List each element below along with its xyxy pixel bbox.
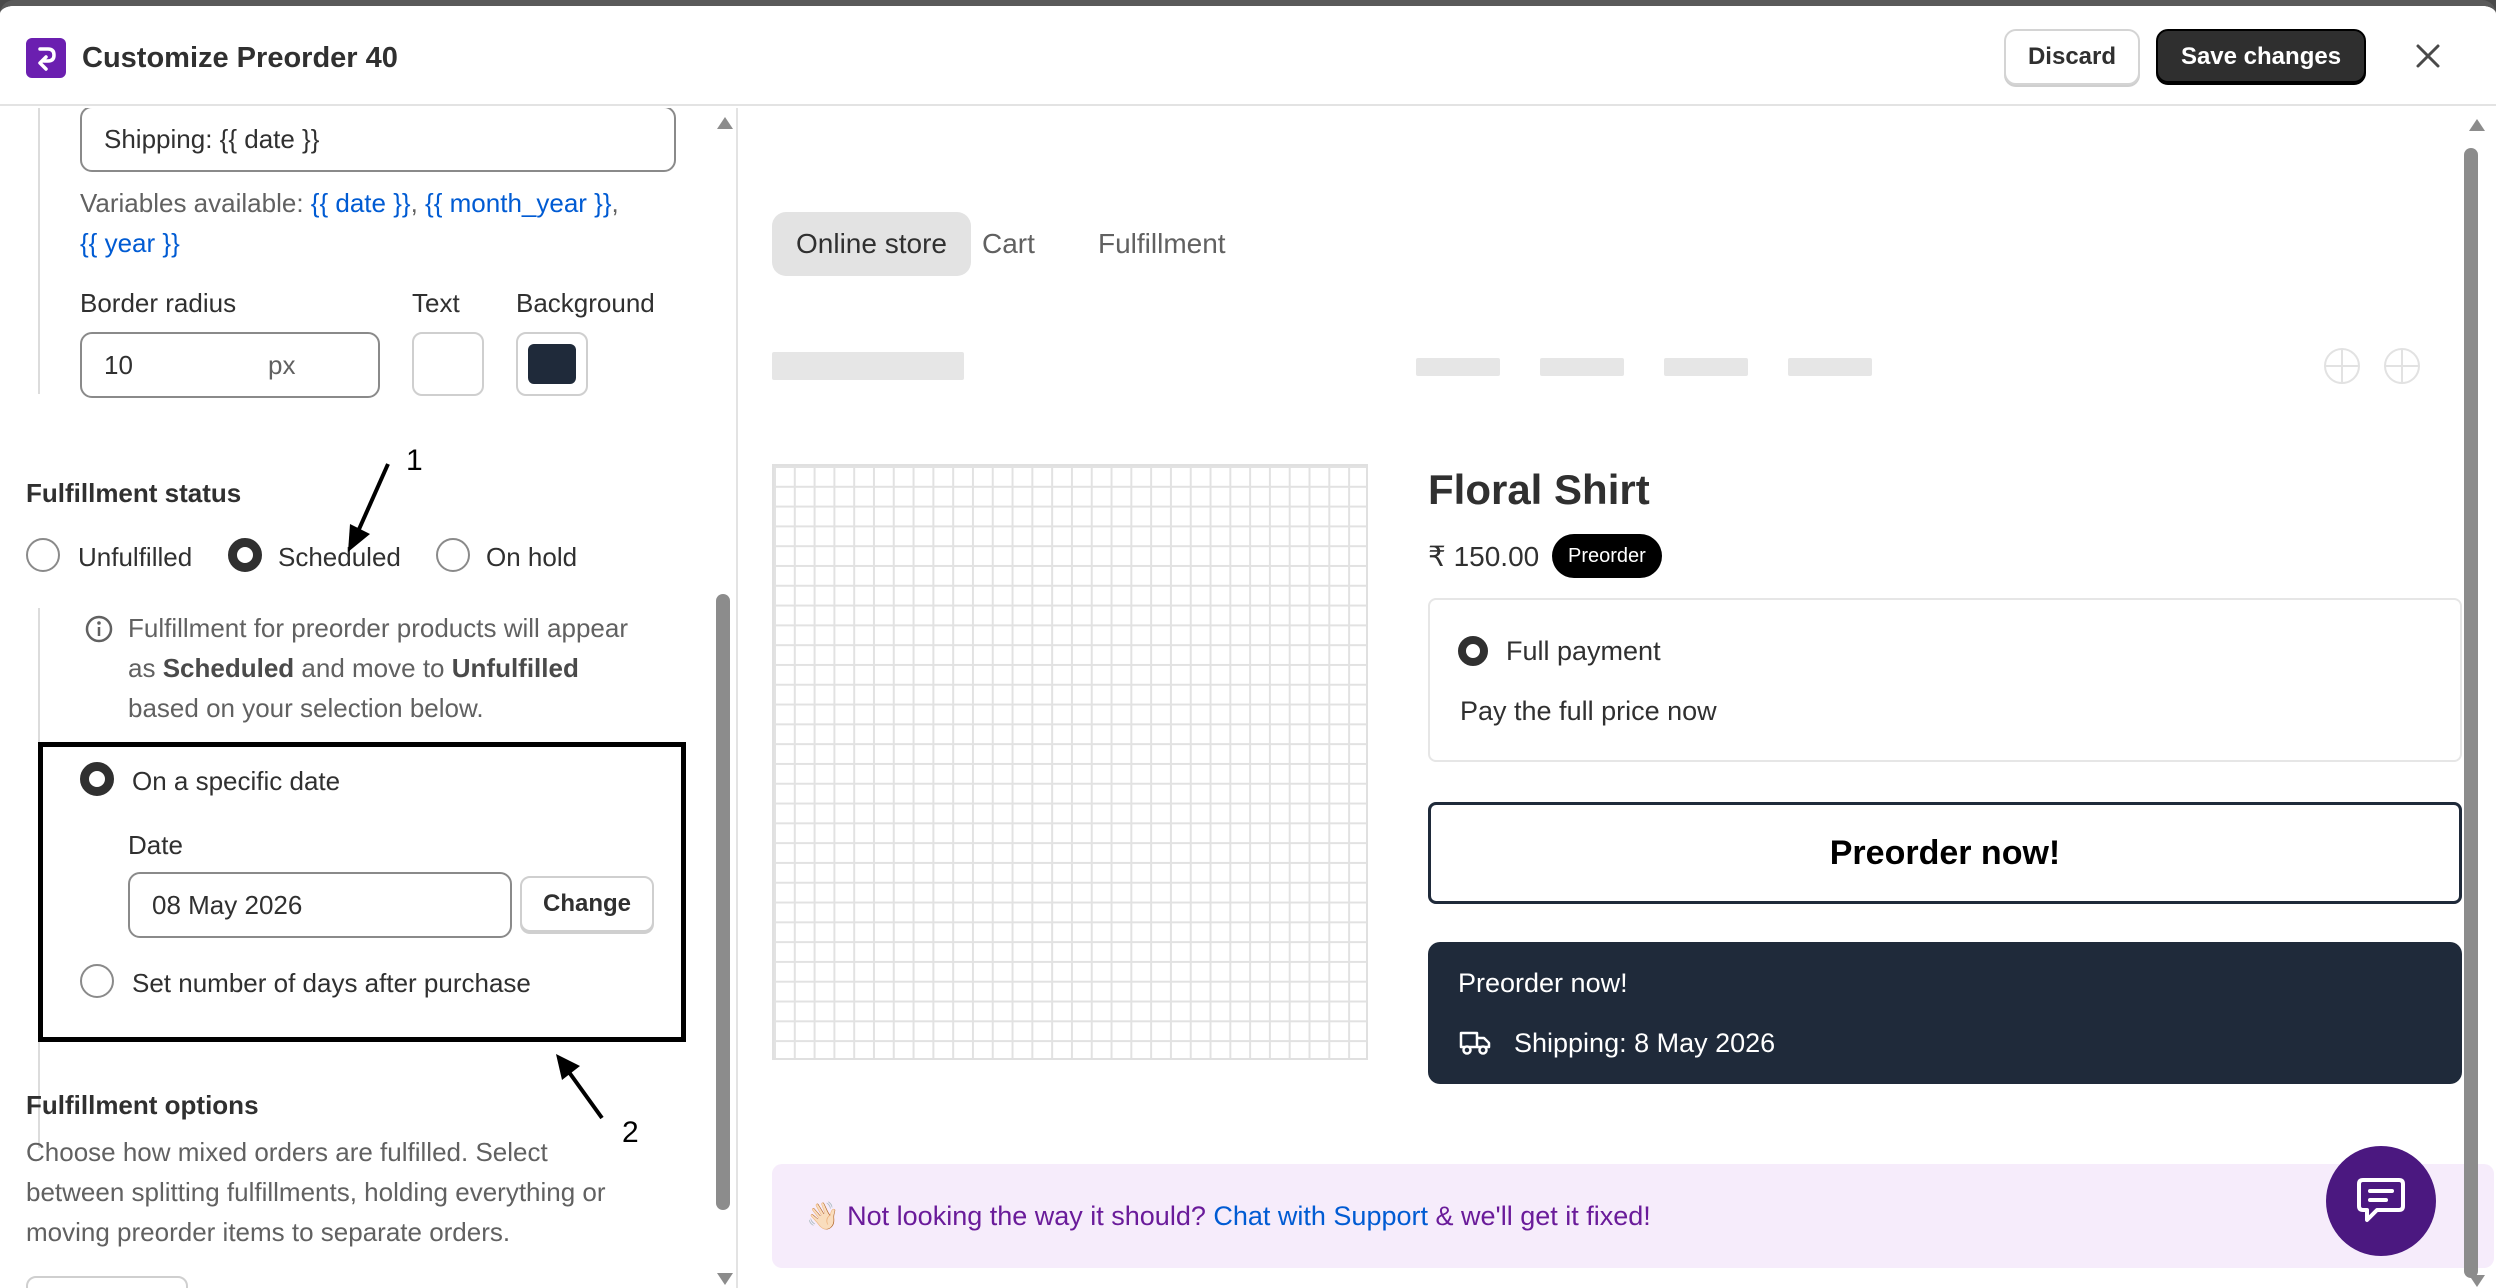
variable-month-year-link[interactable]: {{ month_year }} <box>425 188 611 218</box>
text-color-label: Text <box>412 288 460 318</box>
border-radius-input[interactable]: 10 px <box>80 332 380 398</box>
settings-panel: Shipping: {{ date }} Variables available… <box>0 108 738 1288</box>
truck-icon <box>1459 1031 1491 1055</box>
skeleton-search-icon <box>2324 348 2360 384</box>
fulfillment-options-button[interactable] <box>26 1276 188 1288</box>
background-color-fill <box>528 344 576 384</box>
product-title: Floral Shirt <box>1428 466 1650 513</box>
tab-online-store[interactable]: Online store <box>772 212 971 276</box>
label-on-hold: On hold <box>486 542 578 572</box>
info-line-3: based on your selection below. <box>128 693 484 723</box>
info-line-1: Fulfillment for preorder products will a… <box>128 613 628 643</box>
variable-year-link[interactable]: {{ year }} <box>80 228 180 259</box>
wave-icon: 👋🏻 <box>806 1201 840 1231</box>
customize-modal: Customize Preorder 40 Discard Save chang… <box>0 0 2496 1288</box>
annotation-label-2: 2 <box>622 1116 639 1149</box>
full-payment-label: Full payment <box>1506 636 1661 666</box>
fulfillment-options-desc-2: between splitting fulfillments, holding … <box>26 1177 606 1207</box>
discard-button[interactable]: Discard <box>2004 29 2140 85</box>
preview-scroll-thumb[interactable] <box>2464 148 2478 1278</box>
background-color-swatch[interactable] <box>516 332 588 396</box>
skeleton-nav-item <box>1540 358 1624 376</box>
dark-button-title: Preorder now! <box>1458 968 1628 998</box>
support-text: 👋🏻 Not looking the way it should? Chat w… <box>806 1201 1651 1231</box>
section-divider <box>38 108 40 394</box>
preorder-now-button[interactable]: Preorder now! <box>1428 802 2462 904</box>
change-date-button[interactable]: Change <box>520 876 654 932</box>
date-label: Date <box>128 830 183 860</box>
skeleton-nav-item <box>1788 358 1872 376</box>
variables-line: Variables available: {{ date }}, {{ mont… <box>80 188 619 218</box>
skeleton-nav-item <box>1416 358 1500 376</box>
product-price: ₹ 150.00 <box>1428 541 1540 572</box>
variable-date-link[interactable]: {{ date }} <box>311 188 411 218</box>
modal-header: Customize Preorder 40 Discard Save chang… <box>0 6 2496 106</box>
payment-option-card[interactable]: Full payment Pay the full price now <box>1428 598 2462 762</box>
radio-specific-date[interactable] <box>80 762 114 796</box>
shipping-text-input[interactable]: Shipping: {{ date }} <box>80 108 676 172</box>
radio-days-after-purchase[interactable] <box>80 964 114 998</box>
product-image-placeholder <box>772 464 1368 1060</box>
dark-button-shipping: Shipping: 8 May 2026 <box>1514 1028 1776 1058</box>
modal-title: Customize Preorder 40 <box>82 42 398 74</box>
skeleton-logo <box>772 352 964 380</box>
save-changes-button[interactable]: Save changes <box>2156 29 2366 85</box>
radio-on-hold[interactable] <box>436 538 470 572</box>
border-radius-label: Border radius <box>80 288 237 318</box>
date-input[interactable]: 08 May 2026 <box>128 872 512 938</box>
preview-panel: Online store Cart Fulfillment Floral Shi… <box>740 108 2496 1288</box>
support-banner: 👋🏻 Not looking the way it should? Chat w… <box>772 1164 2494 1268</box>
chat-support-button[interactable] <box>2326 1146 2436 1256</box>
scroll-down-icon[interactable] <box>716 1272 734 1286</box>
fulfillment-options-desc-1: Choose how mixed orders are fulfilled. S… <box>26 1137 548 1167</box>
scroll-up-icon[interactable] <box>716 116 734 130</box>
tab-cart[interactable]: Cart <box>958 212 1059 276</box>
scroll-up-icon[interactable] <box>2468 118 2486 132</box>
info-icon <box>85 615 113 643</box>
radio-scheduled[interactable] <box>228 538 262 572</box>
close-icon[interactable] <box>2408 36 2448 76</box>
chat-bubble-icon <box>2357 1178 2405 1222</box>
radio-unfulfilled[interactable] <box>26 538 60 572</box>
full-payment-desc: Pay the full price now <box>1460 696 1717 726</box>
app-logo-icon <box>26 38 66 78</box>
annotation-label-1: 1 <box>406 444 423 477</box>
label-days-after-purchase: Set number of days after purchase <box>132 968 531 998</box>
info-line-2: as Scheduled and move to Unfulfilled <box>128 653 579 683</box>
text-color-swatch[interactable] <box>412 332 484 396</box>
fulfillment-options-desc-3: moving preorder items to separate orders… <box>26 1217 511 1247</box>
settings-scroll-thumb[interactable] <box>716 594 730 1210</box>
tab-fulfillment[interactable]: Fulfillment <box>1074 212 1250 276</box>
preorder-now-dark-button[interactable]: Preorder now! Shipping: 8 May 2026 <box>1428 942 2462 1084</box>
label-unfulfilled: Unfulfilled <box>78 542 193 572</box>
skeleton-nav-item <box>1664 358 1748 376</box>
fulfillment-options-title: Fulfillment options <box>26 1090 259 1120</box>
chat-with-support-link[interactable]: Chat with Support <box>1213 1201 1428 1231</box>
fulfillment-status-title: Fulfillment status <box>26 478 242 508</box>
skeleton-cart-icon <box>2384 348 2420 384</box>
background-color-label: Background <box>516 288 655 318</box>
label-specific-date: On a specific date <box>132 766 341 796</box>
annotation-arrow-2 <box>556 1054 604 1120</box>
radio-full-payment[interactable] <box>1458 636 1488 666</box>
preorder-badge: Preorder <box>1552 534 1662 578</box>
